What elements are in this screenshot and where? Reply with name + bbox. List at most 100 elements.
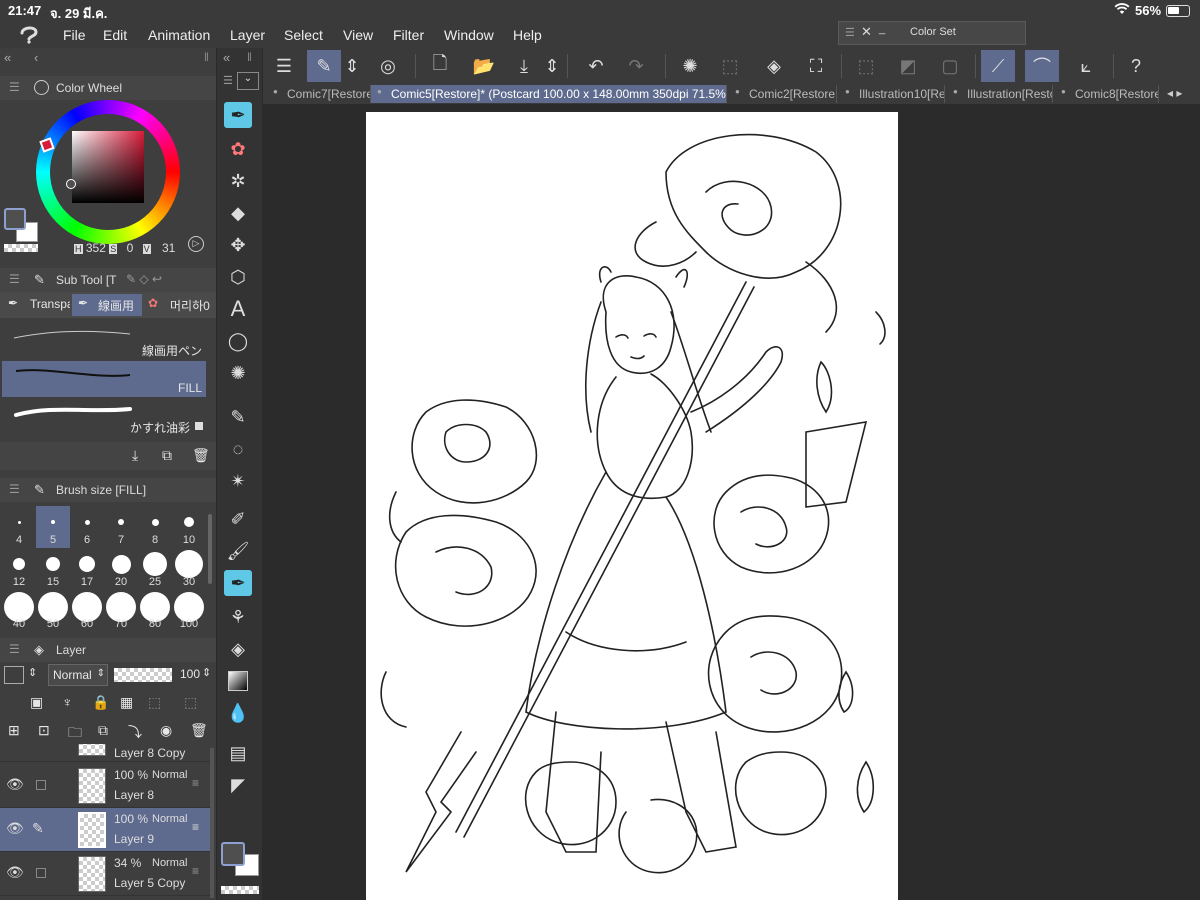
- transparent-color-swatch[interactable]: [221, 886, 259, 894]
- color-mode-icon[interactable]: ▷: [188, 236, 204, 252]
- app-logo-icon[interactable]: [18, 24, 40, 44]
- panel-divider-icon[interactable]: ‖: [204, 50, 209, 64]
- sub-tool-extra-icon[interactable]: ✎ ◇ ↩: [126, 272, 162, 286]
- sub-tool-tab-lineart[interactable]: ✒ 線画用: [72, 294, 142, 316]
- brush-size-option[interactable]: 10: [172, 506, 206, 548]
- snap-grid-icon[interactable]: ⟀: [1069, 50, 1103, 82]
- transparent-color-swatch[interactable]: [4, 244, 38, 252]
- menu-help[interactable]: Help: [513, 27, 542, 43]
- new-raster-layer-icon[interactable]: ⊞: [8, 722, 20, 739]
- grip-icon[interactable]: ☰: [9, 80, 20, 94]
- frame-tool-icon[interactable]: ▤: [224, 740, 252, 766]
- ruler-tool-icon[interactable]: ◤: [224, 772, 252, 798]
- menu-view[interactable]: View: [343, 27, 373, 43]
- layer-row[interactable]: Layer 8 Copy: [0, 744, 210, 762]
- tab-document[interactable]: Illustration10[Re: [839, 85, 945, 103]
- eye-icon[interactable]: 👁: [6, 864, 24, 881]
- brush-item-selected[interactable]: FILL: [2, 361, 206, 397]
- brush-size-option[interactable]: 5: [36, 506, 70, 548]
- brush-size-option[interactable]: 60: [70, 590, 104, 632]
- foreground-color-swatch[interactable]: [221, 842, 245, 866]
- brush-size-option[interactable]: 20: [104, 548, 138, 590]
- color-set-palette[interactable]: ☰ ✕ _ Color Set: [838, 21, 1026, 45]
- gradient-tool-icon[interactable]: [224, 668, 252, 694]
- layer-checkbox[interactable]: [36, 868, 46, 878]
- new-file-icon[interactable]: 🗋: [423, 50, 457, 82]
- brush-item[interactable]: 線画用ペン: [2, 322, 206, 360]
- snap-ruler-icon[interactable]: ⟋: [981, 50, 1015, 82]
- layer-row[interactable]: 👁 34 % Normal Layer 5 Copy ≡: [0, 852, 210, 896]
- drag-handle-icon[interactable]: ≡: [192, 864, 199, 878]
- decoration-ribbon-tool-icon[interactable]: ⚘: [224, 604, 252, 630]
- menu-filter[interactable]: Filter: [393, 27, 424, 43]
- grip-icon[interactable]: ☰: [9, 272, 20, 286]
- invert-selection-icon[interactable]: ◩: [891, 50, 925, 82]
- decoration-tool-icon[interactable]: ✿: [224, 136, 252, 162]
- grip-icon[interactable]: ☰: [845, 26, 855, 39]
- layer-row-selected[interactable]: 👁 ✎ 100 % Normal Layer 9 ≡: [0, 808, 210, 852]
- text-tool-icon[interactable]: A: [224, 296, 252, 322]
- brush-size-option[interactable]: 100: [172, 590, 206, 632]
- clip-studio-icon[interactable]: ◎: [371, 50, 405, 82]
- brush-size-scrollbar[interactable]: [208, 514, 212, 584]
- brush-size-option[interactable]: 6: [70, 506, 104, 548]
- undo-icon[interactable]: ↶: [579, 50, 613, 82]
- updown-icon[interactable]: ⇕: [202, 666, 211, 679]
- saturation-value-square[interactable]: [72, 131, 144, 203]
- menu-select[interactable]: Select: [284, 27, 323, 43]
- collapse-icon[interactable]: «: [223, 50, 230, 65]
- eraser-tool-icon[interactable]: ◆: [224, 200, 252, 226]
- eyedropper-tool-icon[interactable]: ✎: [224, 404, 252, 430]
- brush-size-option[interactable]: 12: [2, 548, 36, 590]
- sub-tool-tab-hair[interactable]: ✿ 머리하0: [144, 294, 214, 316]
- brush-size-option[interactable]: 4: [2, 506, 36, 548]
- brush-size-option[interactable]: 70: [104, 590, 138, 632]
- drag-handle-icon[interactable]: ≡: [192, 776, 199, 790]
- effect-line-tool-icon[interactable]: ✺: [224, 360, 252, 386]
- layer-checkbox[interactable]: [36, 780, 46, 790]
- brush-size-option[interactable]: 17: [70, 548, 104, 590]
- chevron-down-icon[interactable]: ⌄: [237, 72, 259, 90]
- updown-icon[interactable]: ⇕: [28, 666, 37, 679]
- layer-scrollbar[interactable]: [210, 748, 214, 898]
- new-folder-icon[interactable]: 🗀: [68, 722, 82, 746]
- brush-size-option[interactable]: 30: [172, 548, 206, 590]
- mask-icon[interactable]: ⬚: [148, 694, 161, 711]
- clip-layer-icon[interactable]: ▣: [30, 694, 43, 711]
- close-icon[interactable]: ✕: [861, 24, 872, 40]
- brush-size-option[interactable]: 40: [2, 590, 36, 632]
- chevron-left-icon[interactable]: ‹: [34, 50, 38, 65]
- panel-divider-icon[interactable]: ‖: [247, 50, 252, 64]
- layer-color-icon[interactable]: [4, 666, 24, 684]
- brush-tool-icon[interactable]: 🖌: [224, 538, 252, 564]
- tab-document[interactable]: Comic2[Restore: [729, 85, 837, 103]
- drawing-canvas[interactable]: [366, 112, 898, 900]
- sub-tool-tab-transparent[interactable]: ✒ Transpa: [2, 294, 70, 316]
- trash-icon[interactable]: 🗑: [192, 447, 210, 464]
- tab-document[interactable]: Illustration[Resto: [947, 85, 1053, 103]
- import-icon[interactable]: ⤓: [132, 447, 138, 464]
- balloon-tool-icon[interactable]: ◯: [224, 328, 252, 354]
- object-tool-icon[interactable]: ⬡: [224, 264, 252, 290]
- layer-row[interactable]: 👁 100 % Normal Layer 8 ≡: [0, 764, 210, 808]
- grip-icon[interactable]: ☰: [9, 482, 20, 496]
- help-icon[interactable]: ?: [1119, 50, 1153, 82]
- collapse-panel-icon[interactable]: «: [4, 50, 11, 65]
- brush-size-option[interactable]: 80: [138, 590, 172, 632]
- clear-icon[interactable]: ⬚: [713, 50, 747, 82]
- updown-icon[interactable]: ⇕: [341, 50, 363, 82]
- hamburger-menu-icon[interactable]: ☰: [267, 50, 301, 82]
- mask-toggle-icon[interactable]: ⬚: [184, 694, 197, 711]
- sv-picker-handle[interactable]: [66, 179, 76, 189]
- new-vector-layer-icon[interactable]: ⊡: [38, 722, 50, 739]
- updown-icon[interactable]: ⇕: [541, 50, 563, 82]
- lock-icon[interactable]: 🔒: [92, 694, 109, 711]
- brush-size-option[interactable]: 25: [138, 548, 172, 590]
- pen-mode-icon[interactable]: ✎: [307, 50, 341, 82]
- brush-size-option[interactable]: 8: [138, 506, 172, 548]
- menu-file[interactable]: File: [63, 27, 86, 43]
- trash-icon[interactable]: 🗑: [190, 722, 208, 739]
- transform-icon[interactable]: ⛶: [799, 50, 833, 82]
- eye-icon[interactable]: 👁: [6, 776, 24, 793]
- blend-tool-icon[interactable]: 💧: [224, 700, 252, 726]
